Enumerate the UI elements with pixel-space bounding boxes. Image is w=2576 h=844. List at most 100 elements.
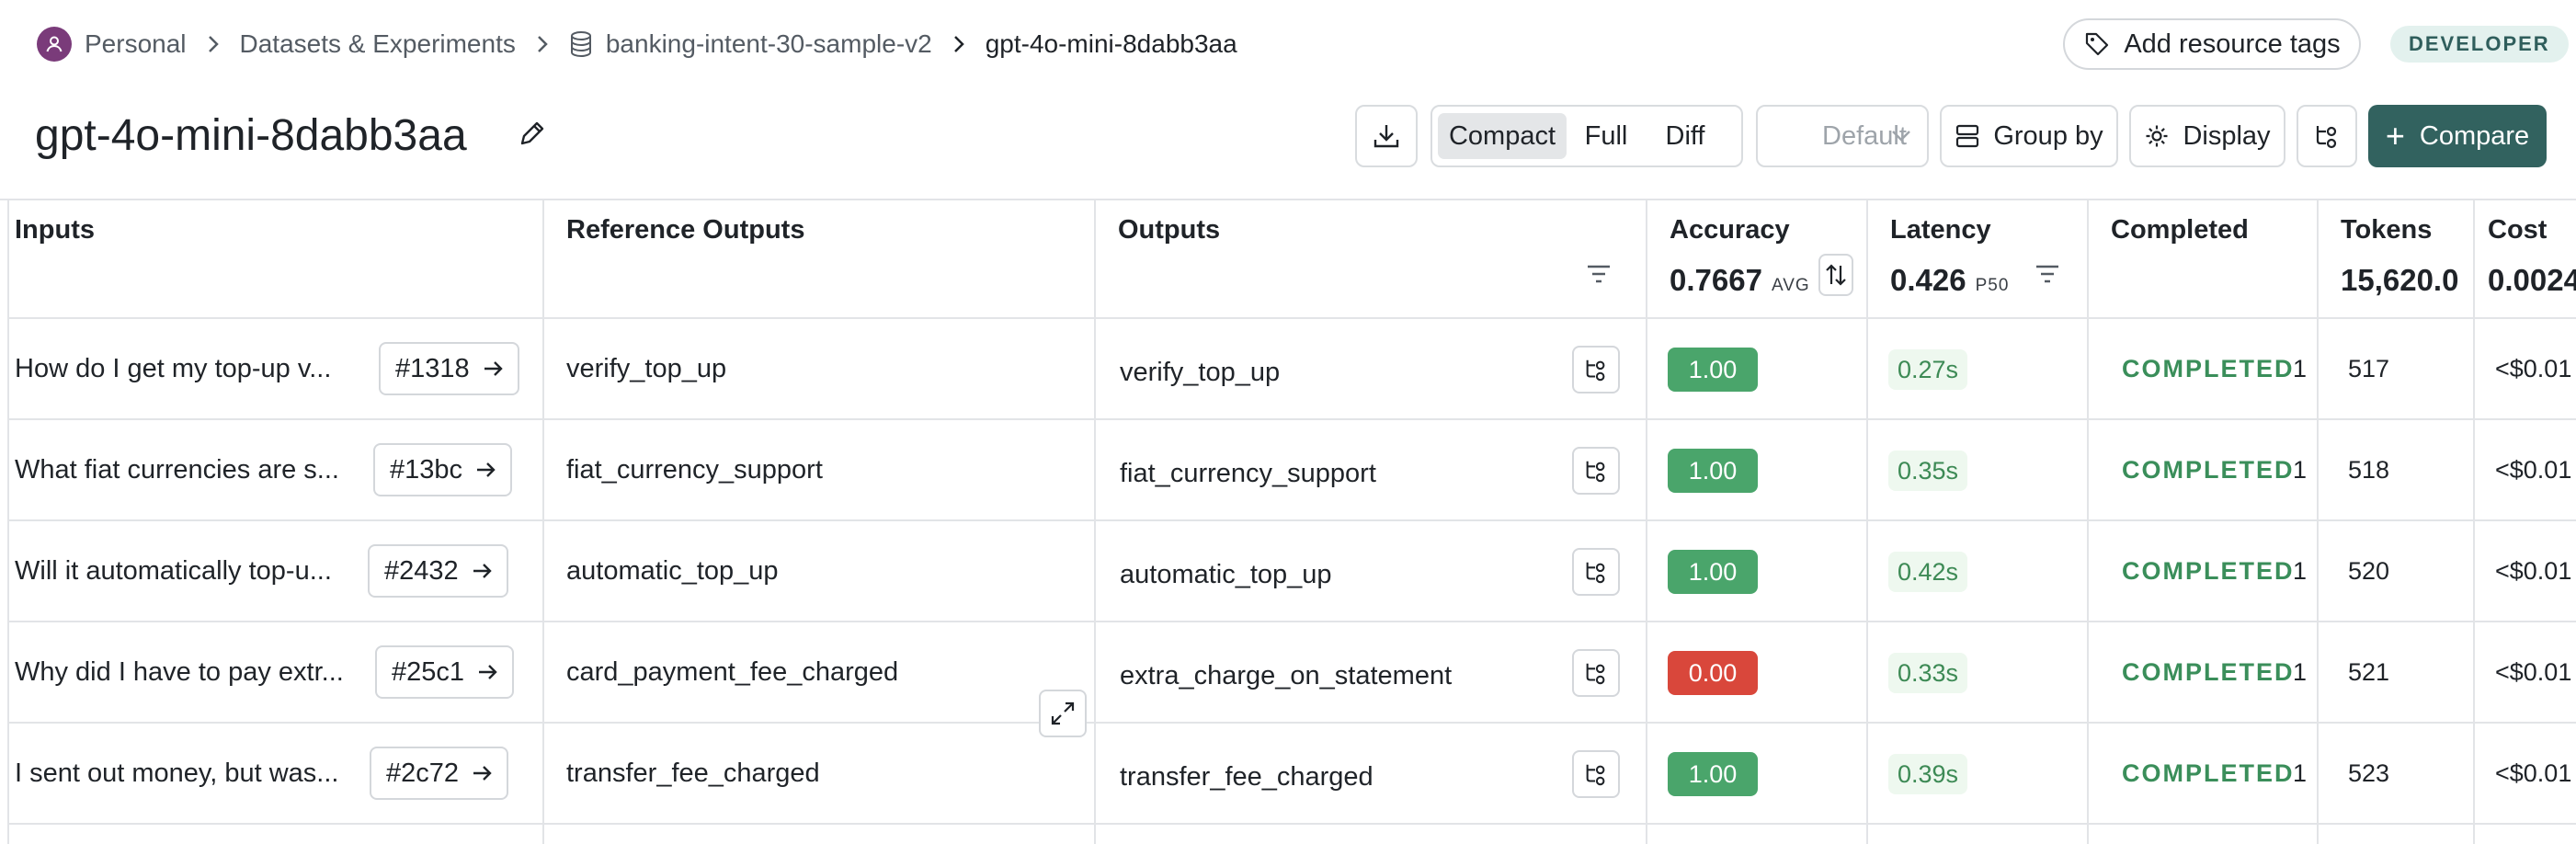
group-icon xyxy=(1956,124,1979,148)
row-reference-output[interactable]: verify_top_up xyxy=(566,346,726,392)
row-reference-output[interactable]: transfer_fee_charged xyxy=(566,750,820,796)
column-header-latency[interactable]: Latency xyxy=(1890,215,1991,245)
row-reference-output[interactable]: fiat_currency_support xyxy=(566,447,823,493)
token-count: 517 xyxy=(2348,355,2390,382)
row-divider xyxy=(9,418,2576,420)
trace-icon xyxy=(1586,562,1605,584)
status-badge: COMPLETED xyxy=(2122,658,2295,686)
trace-button[interactable] xyxy=(1572,447,1620,495)
trace-button[interactable] xyxy=(1572,750,1620,798)
view-mode-full[interactable]: Full xyxy=(1567,113,1646,159)
trace-button[interactable] xyxy=(1572,548,1620,596)
top-bar: Personal Datasets & Experiments banking-… xyxy=(0,0,2576,88)
add-resource-tags-button[interactable]: Add resource tags xyxy=(2063,18,2361,70)
run-count: 1 xyxy=(2293,658,2308,686)
row-reference-output[interactable]: automatic_top_up xyxy=(566,548,779,594)
row-reference-output[interactable]: card_payment_fee_charged xyxy=(566,649,898,695)
accuracy-badge[interactable]: 1.00 xyxy=(1668,752,1758,796)
filter-icon[interactable] xyxy=(1585,263,1613,290)
column-divider xyxy=(542,200,544,844)
arrow-right-icon xyxy=(473,564,492,578)
trace-icon xyxy=(1586,461,1605,483)
cost-value: <$0.01 xyxy=(2495,658,2572,686)
trace-icon xyxy=(1586,663,1605,685)
example-id: #2c72 xyxy=(386,758,460,788)
filter-icon[interactable] xyxy=(2034,263,2061,290)
cost-value: <$0.01 xyxy=(2495,759,2572,787)
latency-summary: 0.426 P50 xyxy=(1890,263,2009,298)
example-id-button[interactable]: #13bc xyxy=(373,443,513,496)
row-output[interactable]: fiat_currency_support xyxy=(1120,451,1376,496)
accuracy-badge[interactable]: 1.00 xyxy=(1668,449,1758,493)
status-badge: COMPLETED xyxy=(2122,759,2295,787)
column-divider xyxy=(1094,200,1096,844)
row-output[interactable]: automatic_top_up xyxy=(1120,552,1332,598)
display-button[interactable]: Display xyxy=(2129,105,2285,167)
token-count: 520 xyxy=(2348,557,2390,585)
breadcrumb-section[interactable]: Datasets & Experiments xyxy=(240,29,516,59)
trace-view-button[interactable] xyxy=(2297,105,2357,167)
example-id-button[interactable]: #2c72 xyxy=(370,747,509,800)
group-by-button[interactable]: Group by xyxy=(1940,105,2118,167)
arrow-right-icon xyxy=(473,766,492,781)
breadcrumb-workspace[interactable]: Personal xyxy=(37,27,187,62)
row-divider xyxy=(9,519,2576,521)
column-header-outputs[interactable]: Outputs xyxy=(1118,215,1220,245)
example-id-button[interactable]: #1318 xyxy=(379,342,519,395)
row-input[interactable]: How do I get my top-up v... xyxy=(15,346,331,392)
plus-icon: + xyxy=(2385,117,2405,154)
group-by-label: Group by xyxy=(1993,120,2103,151)
status-badge: COMPLETED xyxy=(2122,355,2295,382)
database-icon xyxy=(569,30,593,58)
row-output[interactable]: transfer_fee_charged xyxy=(1120,754,1373,800)
download-button[interactable] xyxy=(1355,105,1418,167)
role-badge: DEVELOPER xyxy=(2390,26,2569,63)
accuracy-summary: 0.7667 AVG xyxy=(1670,263,1810,298)
latency-p50-label: P50 xyxy=(1975,276,2010,295)
column-header-inputs[interactable]: Inputs xyxy=(15,215,95,245)
breadcrumb-dataset[interactable]: banking-intent-30-sample-v2 xyxy=(569,29,932,59)
row-divider xyxy=(9,722,2576,724)
accuracy-badge[interactable]: 1.00 xyxy=(1668,550,1758,594)
row-output[interactable]: verify_top_up xyxy=(1120,349,1280,395)
view-mode-compact[interactable]: Compact xyxy=(1438,113,1567,159)
cost-value: <$0.01 xyxy=(2495,557,2572,585)
sort-icon xyxy=(1826,264,1846,286)
breadcrumb-section-label: Datasets & Experiments xyxy=(239,29,516,58)
column-header-reference-outputs[interactable]: Reference Outputs xyxy=(566,215,804,245)
tokens-summary: 15,620.0 xyxy=(2341,263,2459,297)
example-id: #1318 xyxy=(395,353,470,383)
example-id-button[interactable]: #25c1 xyxy=(375,645,515,699)
accuracy-badge[interactable]: 1.00 xyxy=(1668,348,1758,392)
example-id-button[interactable]: #2432 xyxy=(368,544,508,598)
accuracy-avg-value: 0.7667 xyxy=(1670,263,1762,297)
expand-cell-button[interactable] xyxy=(1039,690,1087,737)
row-input[interactable]: I sent out money, but was... xyxy=(15,750,338,796)
sort-button[interactable] xyxy=(1818,254,1853,296)
column-header-accuracy[interactable]: Accuracy xyxy=(1670,215,1790,245)
chevron-right-icon xyxy=(207,34,220,54)
view-mode-diff[interactable]: Diff xyxy=(1646,113,1725,159)
pencil-icon[interactable] xyxy=(517,118,548,154)
trace-button[interactable] xyxy=(1572,346,1620,393)
cost-value: <$0.01 xyxy=(2495,355,2572,382)
example-id: #25c1 xyxy=(392,656,465,687)
column-header-cost[interactable]: Cost xyxy=(2488,215,2547,245)
token-count: 518 xyxy=(2348,456,2390,484)
row-input[interactable]: Will it automatically top-u... xyxy=(15,548,332,594)
row-input[interactable]: Why did I have to pay extr... xyxy=(15,649,344,695)
latency-badge: 0.35s xyxy=(1888,451,1968,491)
column-header-completed[interactable]: Completed xyxy=(2111,215,2249,245)
compare-button[interactable]: + Compare xyxy=(2368,105,2547,167)
trace-button[interactable] xyxy=(1572,649,1620,697)
row-input[interactable]: What fiat currencies are s... xyxy=(15,447,339,493)
status-badge: COMPLETED xyxy=(2122,557,2295,585)
breadcrumb-experiment-label: gpt-4o-mini-8dabb3aa xyxy=(985,29,1237,58)
display-label: Display xyxy=(2183,120,2271,151)
default-select[interactable]: Default xyxy=(1756,105,1929,167)
trace-icon xyxy=(2316,126,2337,149)
row-output[interactable]: extra_charge_on_statement xyxy=(1120,653,1452,699)
column-header-tokens[interactable]: Tokens xyxy=(2341,215,2432,245)
accuracy-badge[interactable]: 0.00 xyxy=(1668,651,1758,695)
table-left-border xyxy=(7,200,9,844)
